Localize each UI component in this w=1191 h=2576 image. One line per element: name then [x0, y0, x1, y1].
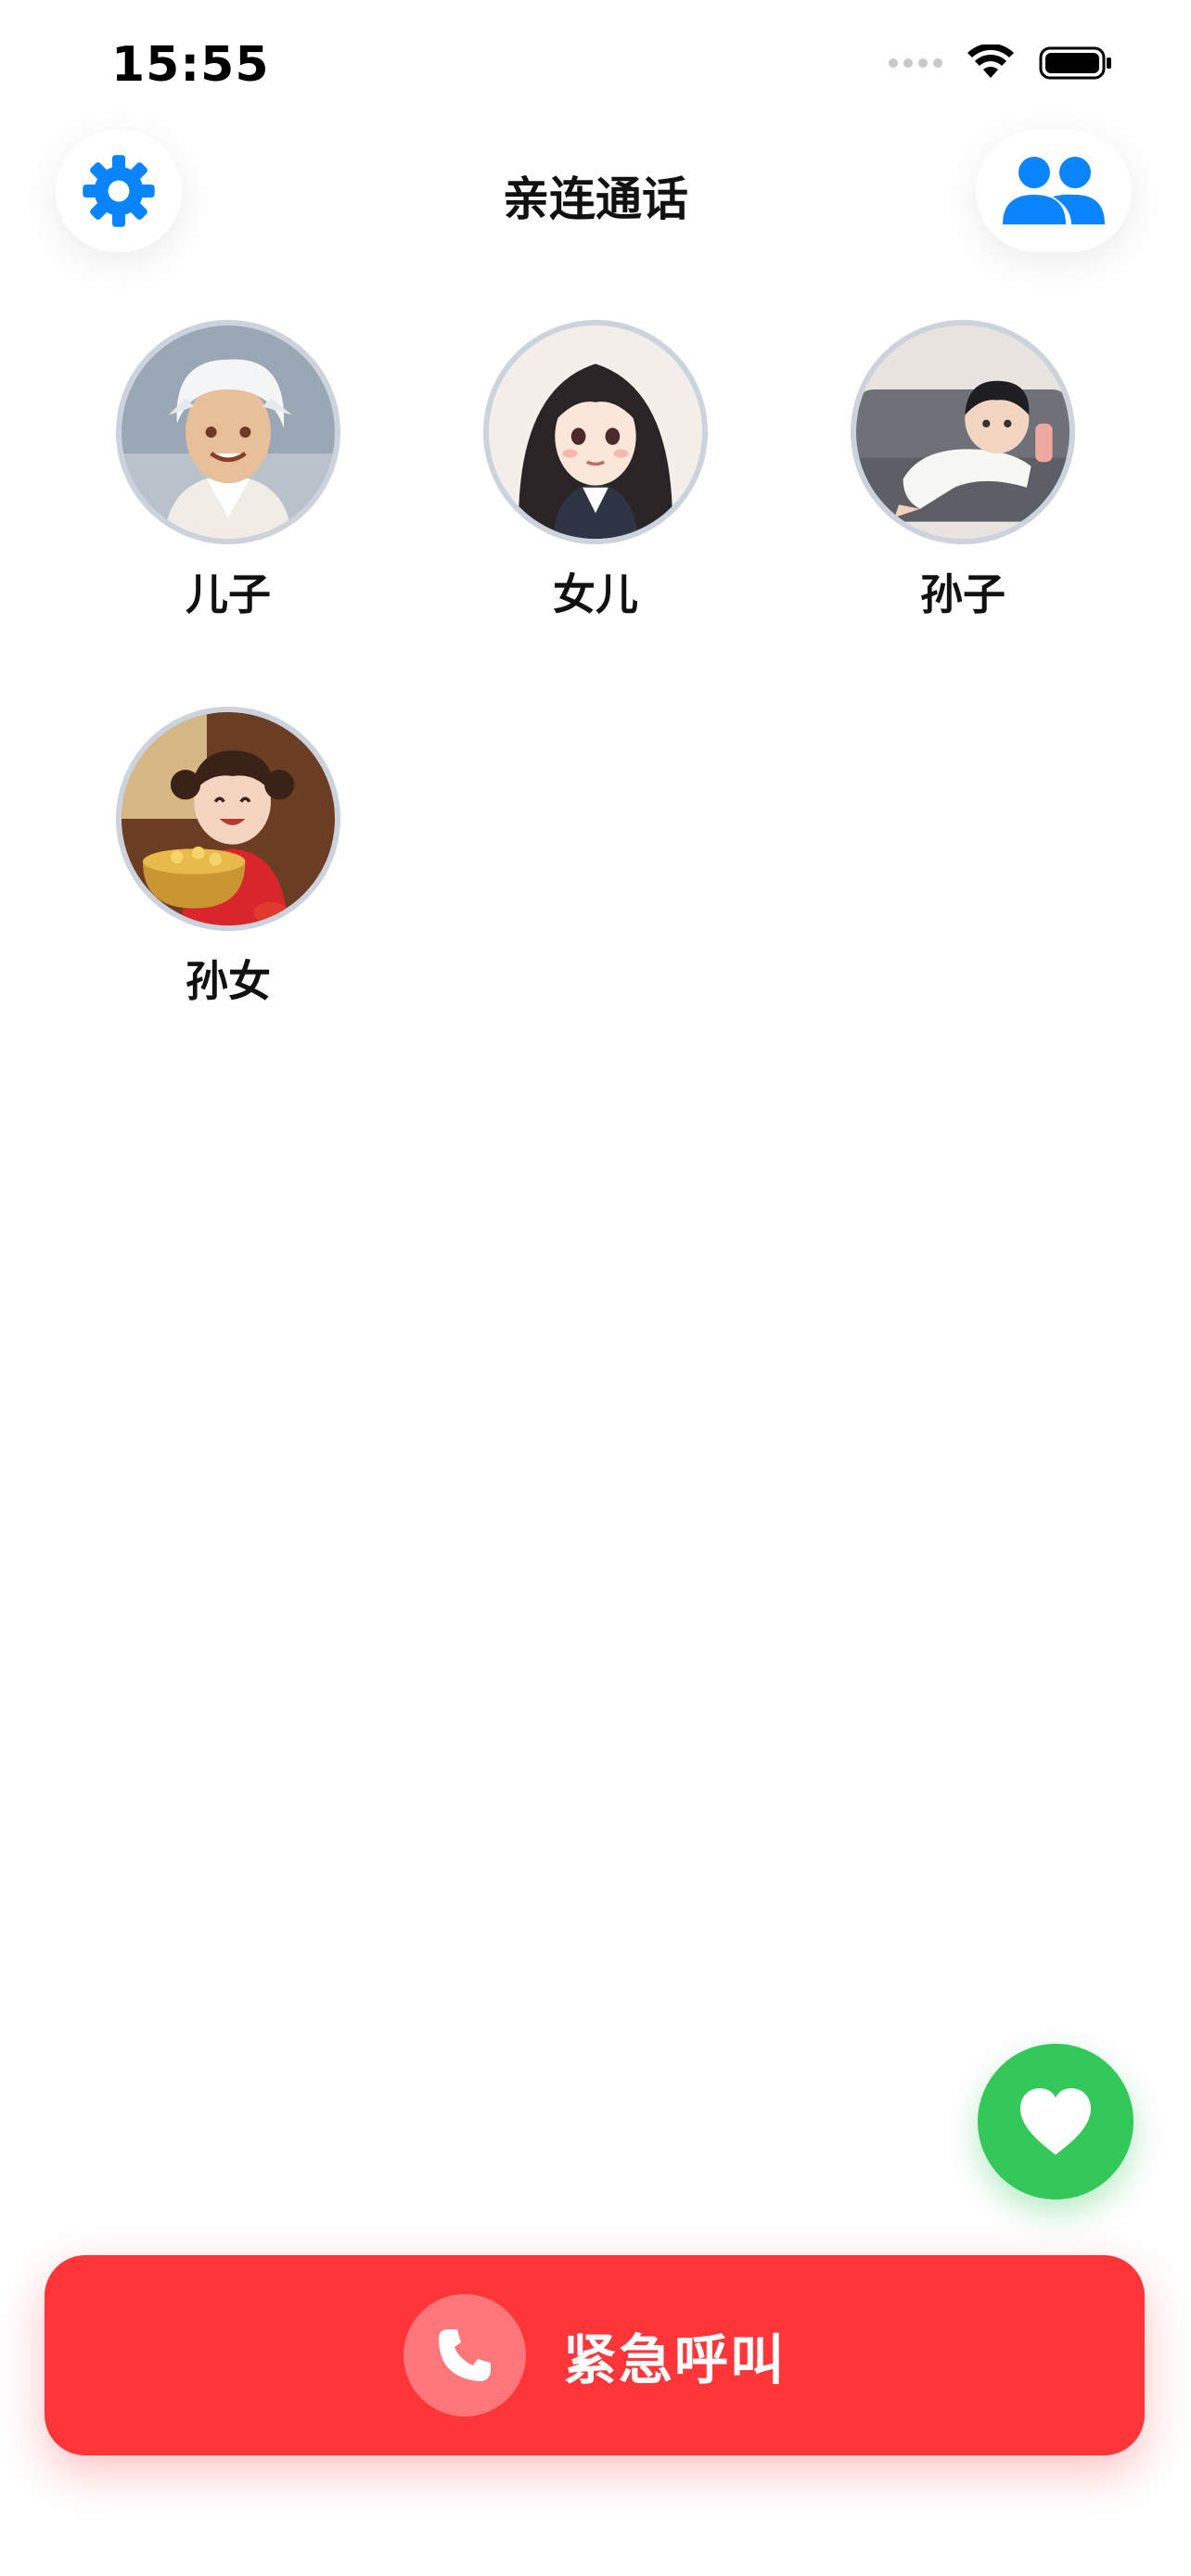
- avatar-grandson[interactable]: [851, 320, 1075, 544]
- contact-granddaughter[interactable]: 孙女: [108, 707, 349, 1009]
- contact-son[interactable]: 儿子: [108, 320, 349, 622]
- contacts-button[interactable]: [976, 130, 1132, 252]
- granddaughter-portrait-image: [122, 712, 335, 925]
- battery-icon: [1039, 46, 1111, 80]
- contact-label: 儿子: [186, 569, 271, 619]
- app-screen: 15:55 亲连通话 儿子 女儿 孙子 孙女 紧急呼叫: [0, 0, 1191, 2576]
- phone-icon: [438, 2329, 491, 2381]
- avatar-granddaughter[interactable]: [116, 707, 340, 931]
- cellular-signal-icon: [889, 58, 942, 68]
- status-icons: [889, 45, 1113, 82]
- emergency-call-button[interactable]: 紧急呼叫: [45, 2255, 1145, 2455]
- contact-grandson[interactable]: 孙子: [842, 320, 1083, 622]
- contact-label: 孙女: [186, 956, 271, 1006]
- contact-label: 孙子: [920, 569, 1005, 619]
- people-icon: [1003, 157, 1105, 224]
- phone-icon-circle: [403, 2294, 526, 2417]
- contact-label: 女儿: [553, 569, 638, 619]
- favorite-heart-button[interactable]: [978, 2044, 1133, 2200]
- heart-icon: [1020, 2088, 1091, 2155]
- avatar-son[interactable]: [116, 320, 340, 544]
- emergency-call-label: 紧急呼叫: [562, 2328, 786, 2391]
- contact-daughter[interactable]: 女儿: [475, 320, 716, 622]
- wifi-icon: [967, 45, 1014, 78]
- status-time: 15:55: [111, 37, 270, 93]
- avatar-daughter[interactable]: [483, 320, 708, 544]
- grandson-portrait-image: [856, 325, 1069, 539]
- son-portrait-image: [122, 325, 335, 539]
- daughter-portrait-image: [489, 325, 702, 539]
